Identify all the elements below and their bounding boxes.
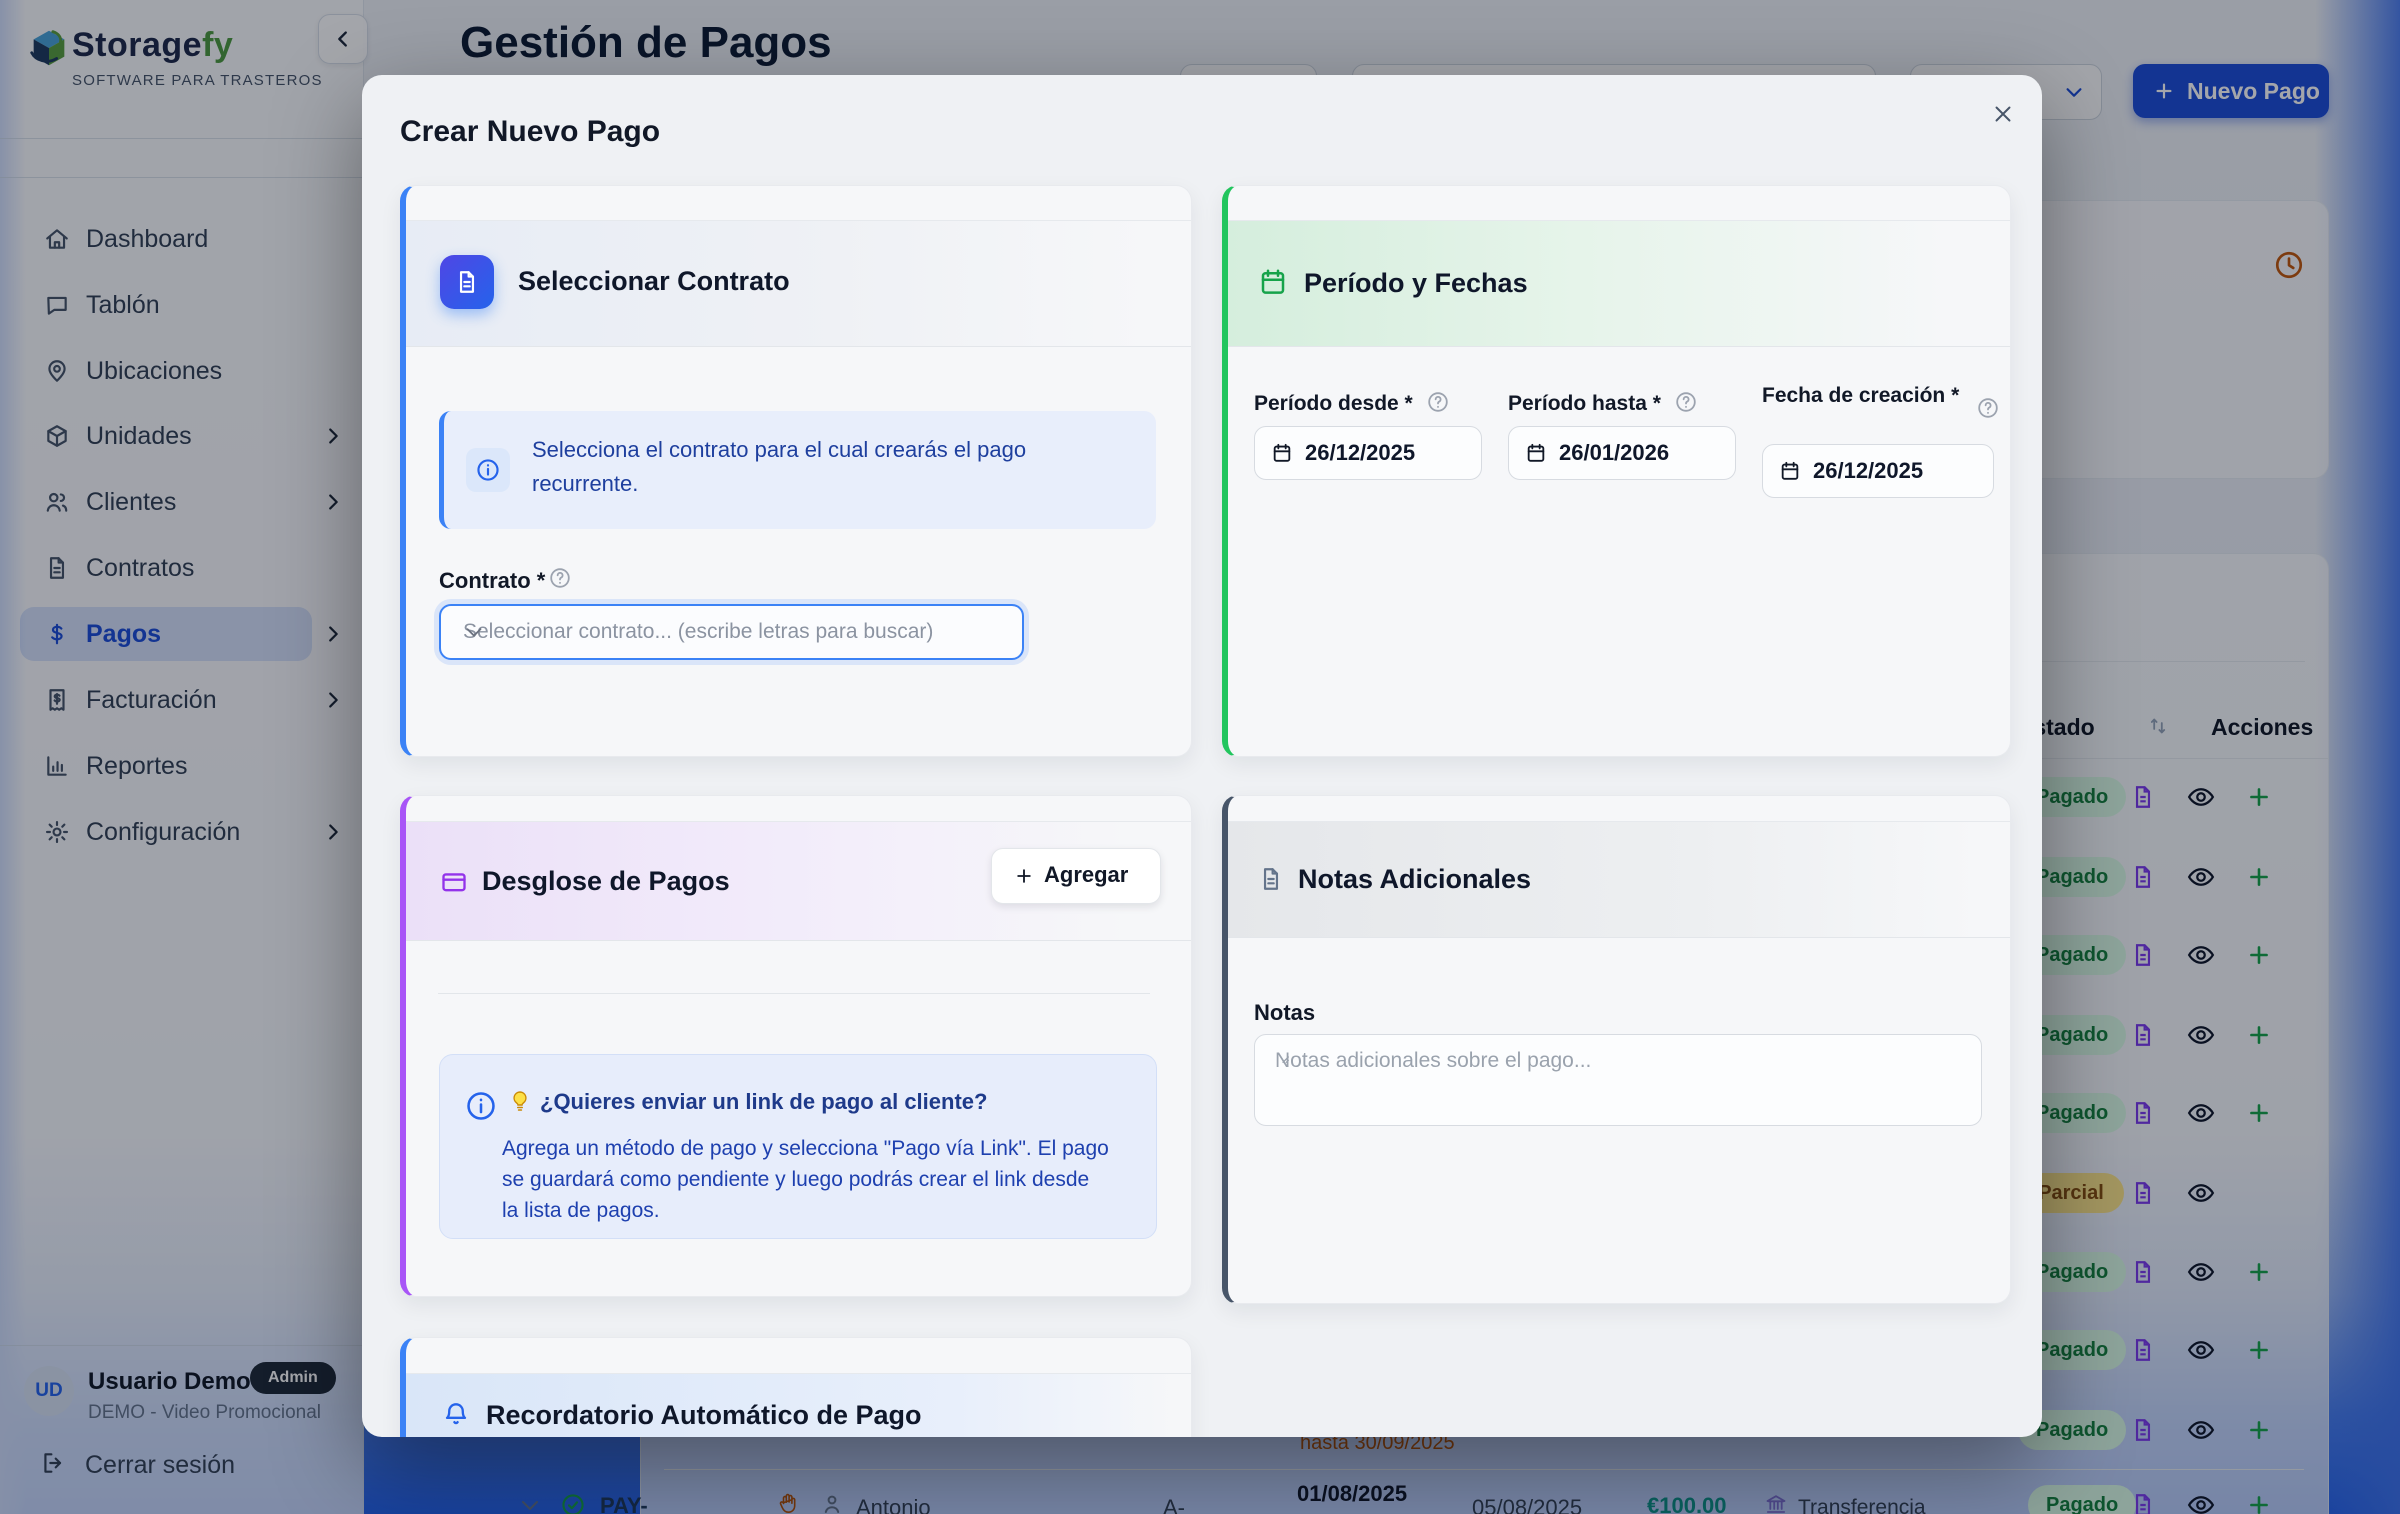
note-icon: [1258, 866, 1284, 892]
calendar-icon: [1271, 442, 1293, 464]
reminder-section: Recordatorio Automático de Pago: [400, 1337, 1192, 1437]
close-button[interactable]: [1980, 91, 2026, 137]
notes-placeholder: Notas adicionales sobre el pago...: [1275, 1049, 1591, 1073]
plus-icon: [1014, 866, 1034, 886]
period-to-label: Período hasta *: [1508, 392, 1661, 416]
creation-date-input[interactable]: 26/12/2025: [1762, 444, 1994, 498]
calendar-icon: [1525, 442, 1547, 464]
period-section: Período y Fechas Período desde * 26/12/2…: [1222, 185, 2011, 757]
help-icon[interactable]: [1426, 390, 1450, 414]
contract-info-text: Selecciona el contrato para el cual crea…: [532, 433, 1118, 501]
tip-title: ¿Quieres enviar un link de pago al clien…: [540, 1089, 987, 1115]
contract-info-box: Selecciona el contrato para el cual crea…: [439, 411, 1156, 529]
info-icon: [464, 1089, 498, 1123]
creation-date-value: 26/12/2025: [1813, 445, 1923, 496]
contract-field-label: Contrato *: [439, 568, 545, 594]
calendar-icon: [1258, 267, 1288, 297]
contract-section: Seleccionar Contrato Selecciona el contr…: [400, 185, 1192, 757]
period-from-label: Período desde *: [1254, 392, 1413, 416]
notes-label: Notas: [1254, 1000, 1315, 1026]
period-to-input[interactable]: 26/01/2026: [1508, 426, 1736, 480]
period-section-title: Período y Fechas: [1304, 268, 1528, 299]
help-icon[interactable]: [548, 566, 572, 590]
notes-textarea[interactable]: Notas adicionales sobre el pago...: [1254, 1034, 1982, 1126]
help-icon[interactable]: [1976, 396, 2000, 420]
contract-select-placeholder: Seleccionar contrato... (escribe letras …: [463, 606, 933, 657]
add-payment-method-button[interactable]: Agregar: [991, 848, 1161, 904]
modal-title: Crear Nuevo Pago: [400, 115, 660, 149]
info-chip: [466, 448, 510, 492]
contract-section-title: Seleccionar Contrato: [518, 266, 790, 297]
payment-link-tip: ¿Quieres enviar un link de pago al clien…: [439, 1054, 1157, 1239]
contract-icon-box: [440, 255, 494, 309]
period-to-value: 26/01/2026: [1559, 427, 1669, 478]
period-from-input[interactable]: 26/12/2025: [1254, 426, 1482, 480]
reminder-section-title: Recordatorio Automático de Pago: [486, 1400, 922, 1431]
lightbulb-icon: [508, 1089, 532, 1113]
notes-section: Notas Adicionales Notas Notas adicionale…: [1222, 795, 2011, 1304]
contract-select[interactable]: Seleccionar contrato... (escribe letras …: [439, 604, 1024, 660]
resize-handle[interactable]: [1275, 1049, 1291, 1065]
info-icon: [475, 457, 501, 483]
add-button-label: Agregar: [1044, 849, 1128, 901]
help-icon[interactable]: [1674, 390, 1698, 414]
chevron-down-icon: [463, 621, 485, 643]
creation-date-label: Fecha de creación *: [1762, 382, 1974, 410]
breakdown-section-title: Desglose de Pagos: [482, 866, 730, 897]
period-from-value: 26/12/2025: [1305, 427, 1415, 478]
screen: Gestión de Pagos Nuevo Pago Estado Accio…: [0, 0, 2400, 1514]
close-icon: [1990, 101, 2016, 127]
notes-section-title: Notas Adicionales: [1298, 864, 1531, 895]
calendar-icon: [1779, 460, 1801, 482]
create-payment-modal: Crear Nuevo Pago Seleccionar Contrato Se…: [362, 75, 2042, 1437]
document-icon: [454, 269, 480, 295]
breakdown-section: Desglose de Pagos Agregar ¿Quieres envia…: [400, 795, 1192, 1297]
tip-body: Agrega un método de pago y selecciona "P…: [502, 1133, 1110, 1226]
credit-card-icon: [440, 868, 468, 896]
bell-icon: [442, 1400, 470, 1428]
